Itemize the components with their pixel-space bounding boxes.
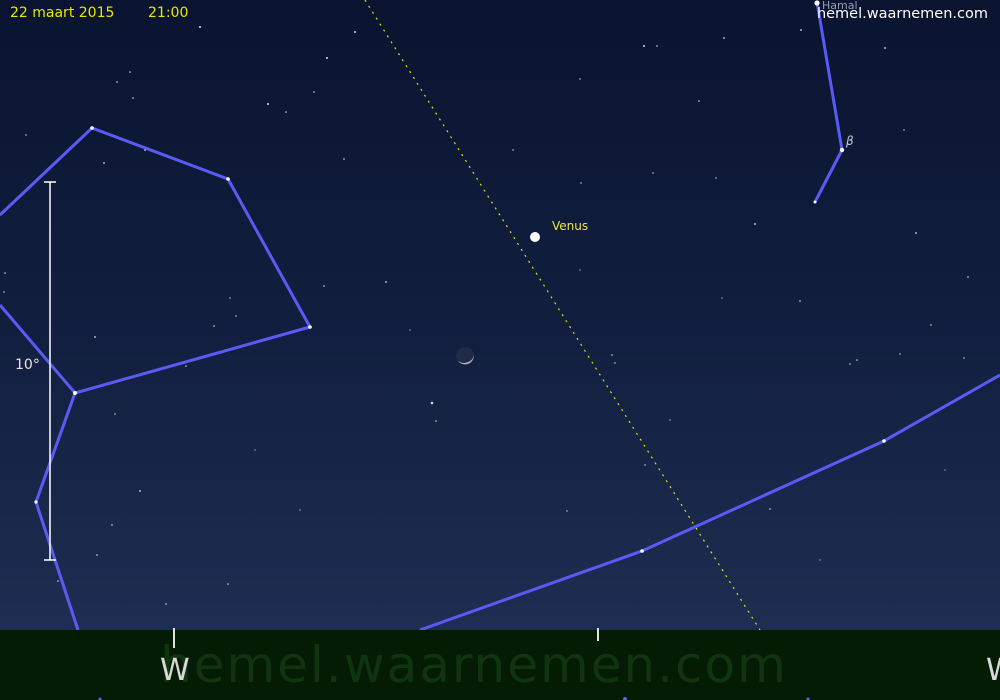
background-star	[903, 129, 905, 131]
background-star	[930, 324, 932, 326]
background-star	[512, 149, 514, 151]
background-star	[385, 281, 387, 283]
star-node	[813, 200, 817, 204]
background-star	[754, 223, 756, 225]
background-star	[963, 357, 965, 359]
background-star	[579, 269, 581, 271]
background-star	[669, 419, 671, 421]
background-star	[643, 45, 645, 47]
background-star	[435, 420, 437, 422]
background-star	[944, 469, 946, 471]
compass-west-left: W	[160, 653, 190, 688]
background-star	[799, 300, 801, 302]
beta-label: β	[846, 134, 854, 148]
star-node	[226, 177, 230, 181]
background-star	[721, 297, 723, 299]
background-star	[103, 162, 105, 164]
background-star	[656, 45, 658, 47]
background-star	[899, 353, 901, 355]
background-star	[213, 325, 215, 327]
background-star	[652, 172, 654, 174]
background-star	[409, 329, 411, 331]
background-star	[235, 315, 237, 317]
background-star	[116, 81, 118, 83]
background-star	[580, 182, 582, 184]
background-star	[139, 490, 141, 492]
background-star	[3, 291, 5, 293]
background-star	[819, 559, 821, 561]
date-label: 22 maart 2015	[10, 5, 115, 21]
sky-chart: 22 maart 2015 21:00 hemel.waarnemen.com …	[0, 0, 1000, 700]
background-star	[769, 508, 771, 510]
background-star	[57, 580, 59, 582]
star-node	[34, 500, 38, 504]
background-star	[800, 29, 802, 31]
scale-label: 10°	[15, 357, 40, 373]
sky-background	[0, 0, 1000, 630]
background-star	[25, 134, 27, 136]
background-star	[254, 449, 256, 451]
venus-label: Venus	[552, 219, 589, 233]
background-star	[165, 603, 167, 605]
background-star	[4, 272, 6, 274]
background-star	[644, 464, 646, 466]
background-star	[915, 232, 917, 234]
watermark: hemel.waarnemen.com	[160, 636, 788, 694]
background-star	[566, 510, 568, 512]
compass-west-right: W	[986, 656, 1000, 686]
star-node	[73, 391, 77, 395]
star-hamal	[814, 0, 820, 6]
background-star	[856, 359, 858, 361]
background-star	[343, 158, 345, 160]
background-star	[579, 78, 581, 80]
background-star	[967, 276, 969, 278]
background-star	[698, 100, 700, 102]
background-star	[884, 47, 886, 49]
venus-disc-icon[interactable]	[530, 232, 540, 242]
star-node	[882, 439, 886, 443]
background-star	[723, 37, 725, 39]
background-star	[715, 177, 717, 179]
hamal-label: Hamal	[822, 0, 858, 12]
background-star	[199, 26, 201, 28]
background-star	[114, 413, 116, 415]
background-star	[96, 554, 98, 556]
background-star	[111, 524, 113, 526]
background-star	[849, 363, 851, 365]
background-star	[323, 285, 325, 287]
background-star	[285, 111, 287, 113]
background-star	[299, 509, 301, 511]
star-node	[640, 549, 644, 553]
time-label: 21:00	[148, 5, 189, 21]
background-star	[229, 297, 231, 299]
background-star	[132, 97, 134, 99]
star-beta	[839, 147, 845, 153]
background-star	[94, 336, 96, 338]
background-star	[430, 401, 434, 405]
background-star	[227, 583, 229, 585]
background-star	[614, 362, 616, 364]
background-star	[267, 103, 269, 105]
background-star	[313, 91, 315, 93]
background-star	[185, 365, 187, 367]
star-node	[308, 325, 312, 329]
star-node	[90, 126, 94, 130]
crescent-moon-icon[interactable]	[456, 347, 475, 365]
background-star	[354, 31, 356, 33]
background-star	[326, 57, 328, 59]
background-star	[129, 71, 131, 73]
sky-canvas	[0, 0, 1000, 700]
background-star	[611, 354, 613, 356]
